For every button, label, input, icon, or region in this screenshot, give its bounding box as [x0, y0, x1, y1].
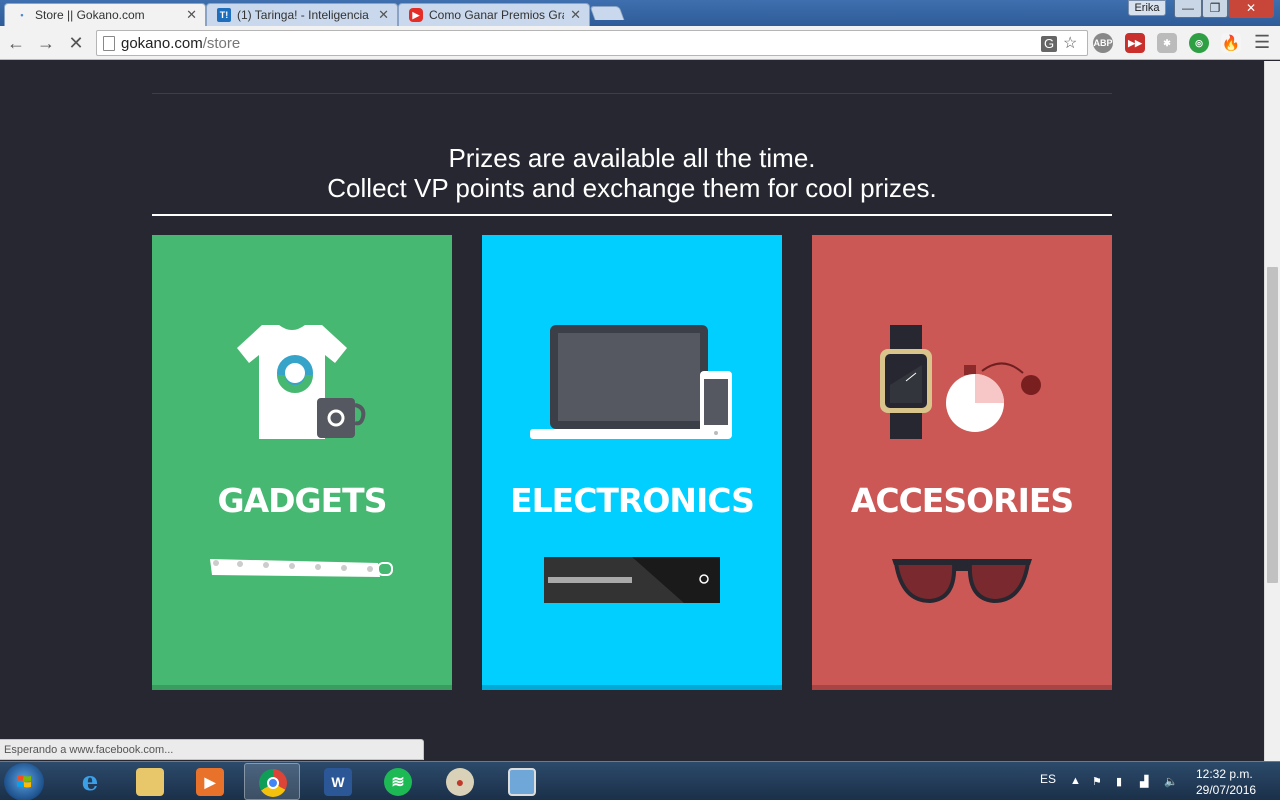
store-headline: Prizes are available all the time. Colle… [152, 143, 1112, 203]
wristband-icon [210, 559, 393, 577]
back-button[interactable]: ← [4, 31, 28, 55]
tshirt-mug-icon [237, 325, 366, 439]
volume-icon[interactable]: 🔈 [1164, 775, 1178, 788]
divider [152, 93, 1112, 94]
close-tab-icon[interactable]: ✕ [186, 7, 197, 23]
taskbar-paint[interactable]: ● [432, 763, 488, 800]
file-explorer-icon [136, 768, 164, 796]
chrome-icon [259, 769, 287, 797]
action-center-icon[interactable]: ⚑ [1092, 775, 1106, 788]
card-bottom-bar [812, 685, 1112, 690]
windows-logo-icon [17, 775, 31, 788]
address-bar[interactable]: gokano.com/store G ☆ [96, 30, 1088, 56]
category-label: GADGETS [217, 481, 388, 520]
extension-red-icon[interactable]: ▶▶ [1125, 33, 1145, 53]
category-label: ELECTRONICS [510, 481, 755, 520]
headline-divider [152, 214, 1112, 216]
minimize-button[interactable]: — [1174, 0, 1202, 18]
headline-line-1: Prizes are available all the time. [448, 143, 816, 173]
taskbar-chrome[interactable] [244, 763, 300, 800]
forward-button[interactable]: → [34, 31, 58, 55]
new-tab-button[interactable] [589, 6, 625, 20]
tab-youtube[interactable]: ▶ Como Ganar Premios Grat ✕ [398, 3, 590, 26]
word-icon: W [324, 768, 352, 796]
taskbar-word[interactable]: W [310, 763, 366, 800]
spotify-icon: ≋ [384, 768, 412, 796]
taskbar-file-explorer[interactable] [122, 763, 178, 800]
tab-title: Como Ganar Premios Grat [429, 8, 565, 22]
stop-loading-button[interactable]: ✕ [64, 31, 88, 55]
language-indicator[interactable]: ES [1040, 772, 1056, 786]
category-card-accesories[interactable]: ACCESORIES [812, 235, 1112, 690]
tab-taringa[interactable]: T! (1) Taringa! - Inteligencia ✕ [206, 3, 398, 26]
internet-explorer-icon: e [81, 767, 99, 797]
card-bottom-bar [482, 685, 782, 690]
page-icon [103, 36, 115, 51]
extension-fire-icon[interactable]: 🔥 [1221, 33, 1241, 53]
clock-date[interactable]: 29/07/2016 [1196, 783, 1256, 797]
headline-line-2: Collect VP points and exchange them for … [327, 173, 937, 203]
windows-taskbar: e ▶ W ≋ ● ES ▲ ⚑ ▮ ▟ 🔈 12:32 p.m. 29/07/… [0, 761, 1280, 800]
youtube-favicon-icon: ▶ [409, 8, 423, 22]
show-hidden-icons-icon[interactable]: ▲ [1070, 775, 1084, 787]
taringa-favicon-icon: T! [217, 8, 231, 22]
adblock-plus-icon[interactable]: ABP [1093, 33, 1113, 53]
card-bottom-bar [152, 685, 452, 690]
category-card-gadgets[interactable]: GADGETS [152, 235, 452, 690]
restore-button[interactable]: ❐ [1202, 0, 1228, 18]
clock-time[interactable]: 12:32 p.m. [1196, 767, 1253, 781]
chrome-menu-icon[interactable]: ☰ [1254, 32, 1270, 53]
category-label: ACCESORIES [850, 481, 1074, 520]
taskbar-spotify[interactable]: ≋ [370, 763, 426, 800]
loading-favicon-icon: • [20, 10, 24, 20]
extension-green-icon[interactable]: ◎ [1189, 33, 1209, 53]
page-viewport: Prizes are available all the time. Colle… [0, 61, 1264, 761]
taskbar-media-player[interactable]: ▶ [182, 763, 238, 800]
status-bubble: Esperando a www.facebook.com... [0, 739, 424, 760]
tab-title: Store || Gokano.com [35, 8, 145, 22]
start-button[interactable] [4, 763, 44, 800]
console-icon [544, 557, 720, 603]
tab-title: (1) Taringa! - Inteligencia [237, 8, 369, 22]
url-text[interactable]: gokano.com/store [121, 35, 240, 52]
category-card-electronics[interactable]: ELECTRONICS [482, 235, 782, 690]
taskbar-photo-viewer[interactable] [494, 763, 550, 800]
close-tab-icon[interactable]: ✕ [570, 7, 581, 23]
network-icon[interactable]: ▟ [1140, 775, 1154, 788]
close-tab-icon[interactable]: ✕ [378, 7, 389, 23]
puzzle-extension-icon[interactable]: ✱ [1157, 33, 1177, 53]
photo-viewer-icon [508, 768, 536, 796]
sunglasses-icon [892, 559, 1032, 604]
tab-strip: • Store || Gokano.com ✕ T! (1) Taringa! … [0, 0, 1280, 26]
power-icon[interactable]: ▮ [1116, 775, 1130, 788]
close-window-button[interactable]: ✕ [1228, 0, 1274, 18]
media-player-icon: ▶ [196, 768, 224, 796]
profile-button[interactable]: Erika [1128, 0, 1166, 16]
page-scrollbar[interactable] [1264, 61, 1280, 761]
browser-toolbar: ← → ✕ gokano.com/store G ☆ ABP ▶▶ ✱ ◎ 🔥 … [0, 26, 1280, 60]
scrollbar-thumb[interactable] [1267, 267, 1278, 583]
bookmark-star-icon[interactable]: ☆ [1063, 33, 1077, 53]
paint-icon: ● [446, 768, 474, 796]
watch-perfume-icon [880, 325, 1041, 439]
translate-icon[interactable]: G [1041, 36, 1057, 52]
laptop-phone-icon [530, 325, 732, 439]
taskbar-internet-explorer[interactable]: e [62, 763, 118, 800]
tab-gokano-store[interactable]: • Store || Gokano.com ✕ [4, 3, 206, 26]
